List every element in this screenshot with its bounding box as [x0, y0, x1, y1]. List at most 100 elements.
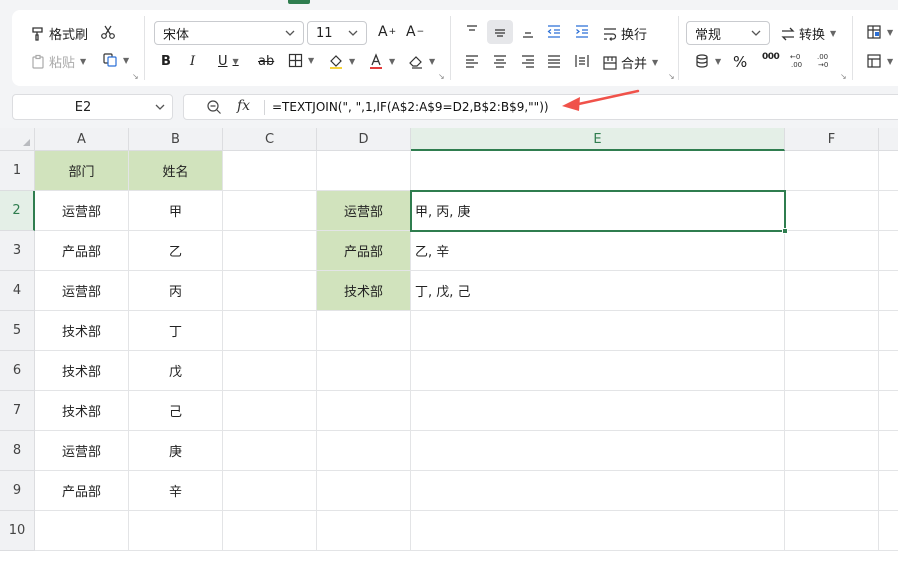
thousands-separator-button[interactable]: 000	[762, 52, 780, 62]
decrease-decimal-button[interactable]: ←0.00	[789, 52, 807, 68]
spreadsheet-grid[interactable]: A B C D E F 1 部门 姓名 2 运营部甲运营部 甲, 丙, 庚 3 产品部乙产品部 乙, 辛4运…	[0, 128, 898, 566]
cell-d2[interactable]: 运营部	[317, 191, 411, 231]
cell-e6[interactable]	[411, 351, 785, 391]
increase-indent-button[interactable]	[574, 23, 590, 39]
cell-e8[interactable]	[411, 431, 785, 471]
cell-e5[interactable]	[411, 311, 785, 351]
convert-button[interactable]: 转换 ▼	[780, 24, 836, 43]
wrap-text-button[interactable]: 换行	[602, 24, 647, 43]
cell-g4[interactable]	[879, 271, 898, 311]
conditional-format-button[interactable]: ▼	[866, 24, 893, 40]
cell-b9[interactable]: 辛	[129, 471, 223, 511]
cell-c1[interactable]	[223, 151, 317, 191]
cell-c4[interactable]	[223, 271, 317, 311]
cell-d9[interactable]	[317, 471, 411, 511]
row-header-3[interactable]: 3	[0, 231, 35, 271]
font-name-dropdown[interactable]: 宋体	[154, 21, 304, 45]
cell-f4[interactable]	[785, 271, 879, 311]
dialog-launcher-icon[interactable]: ↘	[132, 72, 139, 81]
decrease-font-size-button[interactable]: A −	[406, 24, 424, 40]
decrease-indent-button[interactable]	[546, 23, 562, 39]
cell-c9[interactable]	[223, 471, 317, 511]
cell-b4[interactable]: 丙	[129, 271, 223, 311]
dialog-launcher-icon[interactable]: ↘	[668, 72, 675, 81]
cell-e2[interactable]: 甲, 丙, 庚	[411, 191, 785, 231]
cell-b3[interactable]: 乙	[129, 231, 223, 271]
clear-format-button[interactable]: ▼	[408, 53, 435, 69]
cell-g2[interactable]	[879, 191, 898, 231]
cell-f3[interactable]	[785, 231, 879, 271]
header-cell-name[interactable]: 姓名	[129, 151, 223, 191]
column-header-f[interactable]: F	[785, 128, 879, 151]
row-header-7[interactable]: 7	[0, 391, 35, 431]
column-header-b[interactable]: B	[129, 128, 223, 151]
cell-b10[interactable]	[129, 511, 223, 551]
percent-button[interactable]: %	[733, 53, 747, 71]
cell-g5[interactable]	[879, 311, 898, 351]
cell-g8[interactable]	[879, 431, 898, 471]
cell-a8[interactable]: 运营部	[35, 431, 129, 471]
cell-e3[interactable]: 乙, 辛	[411, 231, 785, 271]
cell-d8[interactable]	[317, 431, 411, 471]
borders-button[interactable]: ▼	[288, 53, 314, 68]
cell-b5[interactable]: 丁	[129, 311, 223, 351]
cell-c10[interactable]	[223, 511, 317, 551]
align-center-button[interactable]	[492, 53, 508, 69]
cell-e4[interactable]: 丁, 戊, 己	[411, 271, 785, 311]
increase-font-size-button[interactable]: A +	[378, 24, 396, 40]
align-left-button[interactable]	[464, 53, 480, 69]
cell-c8[interactable]	[223, 431, 317, 471]
merge-cells-button[interactable]: 合并 ▼	[602, 53, 658, 72]
fill-color-button[interactable]: ▼	[328, 53, 355, 69]
cell-a6[interactable]: 技术部	[35, 351, 129, 391]
distributed-align-button[interactable]	[574, 53, 590, 69]
strikethrough-button[interactable]: ab	[258, 54, 274, 69]
row-header-5[interactable]: 5	[0, 311, 35, 351]
column-header-e[interactable]: E	[411, 128, 785, 151]
cut-button[interactable]	[100, 24, 116, 40]
cell-d7[interactable]	[317, 391, 411, 431]
number-format-dropdown[interactable]: 常规	[686, 21, 770, 45]
font-color-button[interactable]: ▼	[368, 53, 395, 69]
cell-style-button[interactable]: ▼	[866, 53, 893, 69]
formula-input[interactable]: =TEXTJOIN(", ",1,IF(A$2:A$9=D2,B$2:B$9,"…	[272, 100, 549, 114]
cell-a9[interactable]: 产品部	[35, 471, 129, 511]
cell-b6[interactable]: 戊	[129, 351, 223, 391]
row-header-9[interactable]: 9	[0, 471, 35, 511]
row-header-4[interactable]: 4	[0, 271, 35, 311]
cell-a4[interactable]: 运营部	[35, 271, 129, 311]
cell-d4[interactable]: 技术部	[317, 271, 411, 311]
cell-a2[interactable]: 运营部	[35, 191, 129, 231]
cell-f2[interactable]	[785, 191, 879, 231]
cell-g7[interactable]	[879, 391, 898, 431]
header-cell-dept[interactable]: 部门	[35, 151, 129, 191]
row-header-1[interactable]: 1	[0, 151, 35, 191]
column-header-extra[interactable]	[879, 128, 898, 151]
cell-d10[interactable]	[317, 511, 411, 551]
currency-button[interactable]: ▼	[694, 53, 721, 69]
cell-f1[interactable]	[785, 151, 879, 191]
column-header-d[interactable]: D	[317, 128, 411, 151]
dialog-launcher-icon[interactable]: ↘	[840, 72, 847, 81]
cell-e1[interactable]	[411, 151, 785, 191]
row-header-8[interactable]: 8	[0, 431, 35, 471]
align-bottom-button[interactable]	[520, 23, 536, 39]
cell-g3[interactable]	[879, 231, 898, 271]
font-size-dropdown[interactable]: 11	[307, 21, 367, 45]
cell-c5[interactable]	[223, 311, 317, 351]
cell-d1[interactable]	[317, 151, 411, 191]
cell-f5[interactable]	[785, 311, 879, 351]
cell-a5[interactable]: 技术部	[35, 311, 129, 351]
justify-button[interactable]	[546, 53, 562, 69]
cell-e7[interactable]	[411, 391, 785, 431]
cell-d5[interactable]	[317, 311, 411, 351]
underline-button[interactable]: U ▼	[218, 54, 239, 69]
cell-b8[interactable]: 庚	[129, 431, 223, 471]
row-header-10[interactable]: 10	[0, 511, 35, 551]
cell-g9[interactable]	[879, 471, 898, 511]
cell-c3[interactable]	[223, 231, 317, 271]
cell-a10[interactable]	[35, 511, 129, 551]
row-header-2[interactable]: 2	[0, 191, 35, 231]
formula-bar[interactable]: fx =TEXTJOIN(", ",1,IF(A$2:A$9=D2,B$2:B$…	[183, 94, 898, 120]
cell-a7[interactable]: 技术部	[35, 391, 129, 431]
